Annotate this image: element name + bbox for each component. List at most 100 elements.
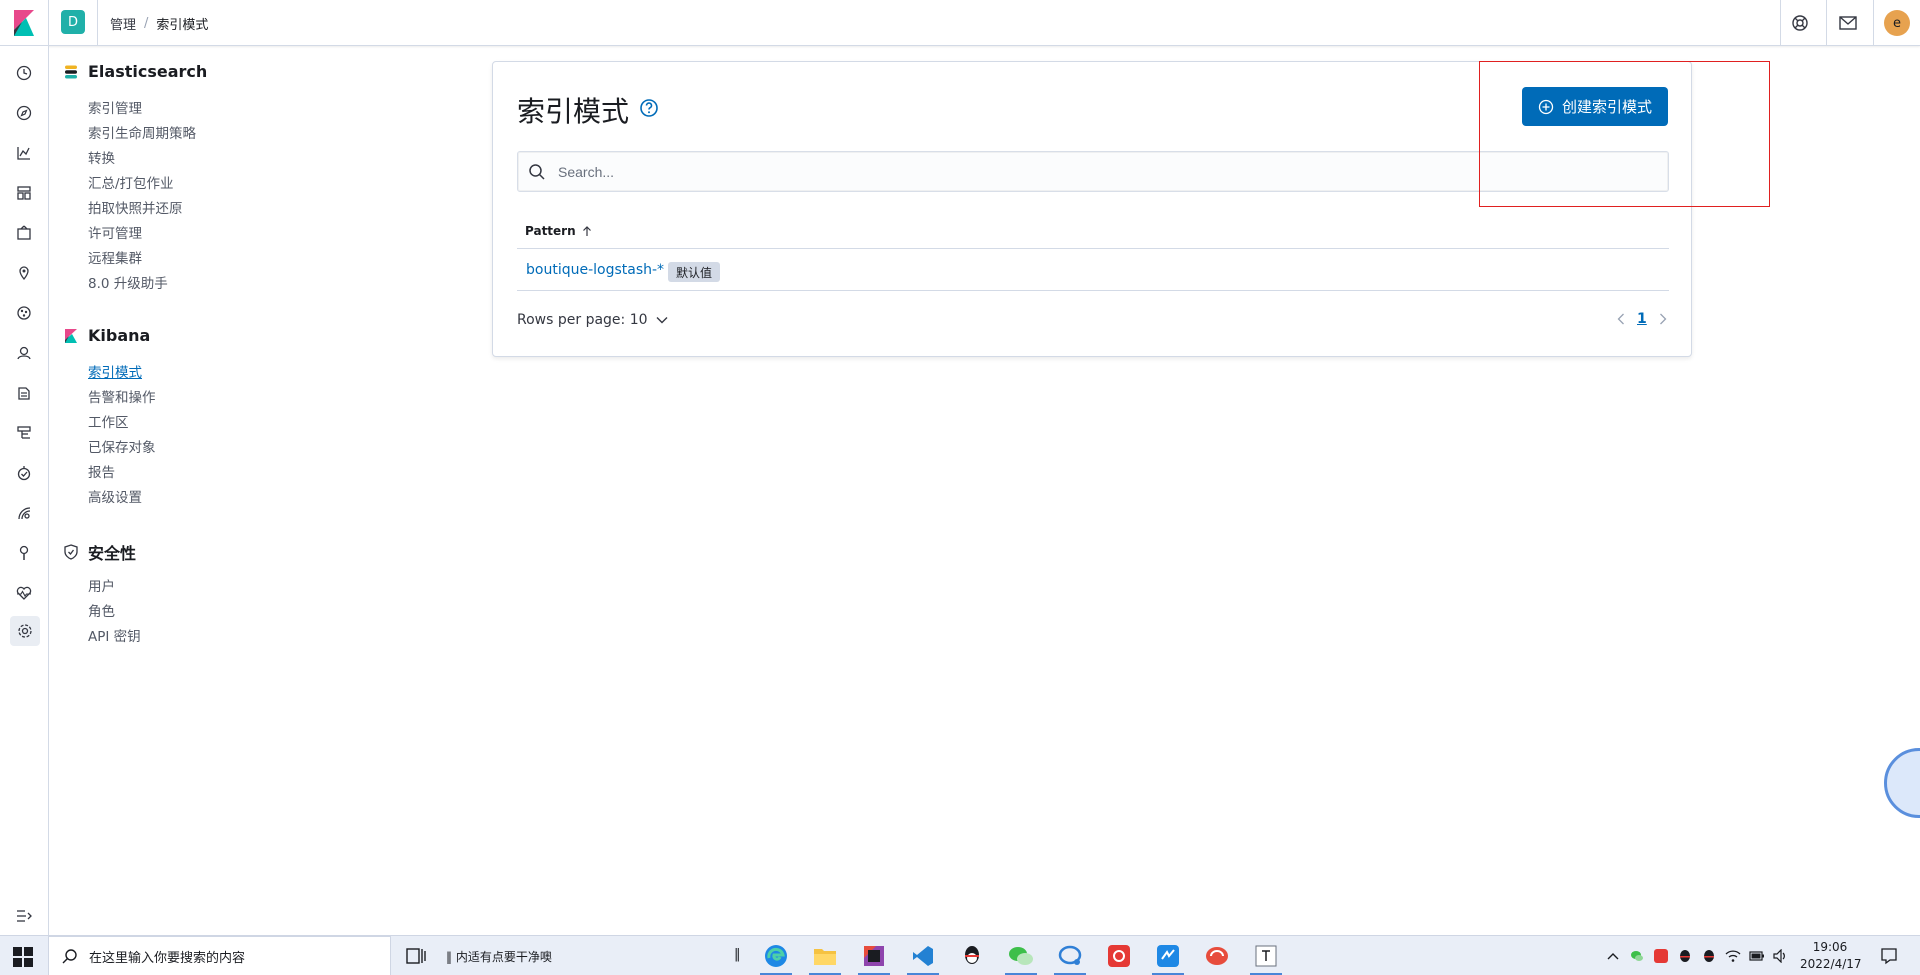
sidenav-item-rollup-jobs[interactable]: 汇总/打包作业 [88, 172, 174, 192]
notification-center-icon[interactable] [1880, 947, 1898, 965]
collapse-menu-icon[interactable] [12, 904, 36, 928]
task-view-icon[interactable] [405, 945, 427, 967]
sidenav-item-api-keys[interactable]: API 密钥 [88, 625, 141, 645]
sidenav-item-reporting[interactable]: 报告 [88, 461, 115, 481]
qq-tray-icon-2[interactable] [1701, 948, 1717, 964]
dashboard-icon[interactable] [12, 181, 36, 205]
help-menu-icon[interactable] [1789, 12, 1811, 34]
sidenav-item-advanced-settings[interactable]: 高级设置 [88, 486, 142, 506]
section-security: 安全性 [62, 540, 136, 564]
sidenav-item-saved-objects[interactable]: 已保存对象 [88, 436, 156, 456]
recent-clock-icon[interactable] [12, 61, 36, 85]
canvas-icon[interactable] [12, 221, 36, 245]
chevron-down-icon [656, 317, 668, 324]
sidenav-item-ilm-policies[interactable]: 索引生命周期策略 [88, 122, 196, 142]
uptime-icon[interactable] [12, 461, 36, 485]
table-divider [517, 290, 1669, 291]
qq-icon[interactable] [954, 940, 990, 972]
breadcrumb-separator: / [144, 16, 149, 31]
search-icon [529, 164, 545, 180]
qq-tray-icon[interactable] [1677, 948, 1693, 964]
sidenav-item-spaces[interactable]: 工作区 [88, 411, 129, 431]
taskbar-search-box[interactable]: 在这里输入你要搜索的内容 [48, 936, 391, 975]
section-title: Kibana [88, 326, 151, 345]
wechat-icon[interactable] [1003, 940, 1039, 975]
edge-browser-icon[interactable] [758, 940, 794, 975]
apm-icon[interactable] [12, 501, 36, 525]
wechat-tray-icon[interactable] [1629, 948, 1645, 964]
vscode-icon[interactable] [905, 940, 941, 975]
sidenav-item-remote-clusters[interactable]: 远程集群 [88, 247, 142, 267]
taskbar-clock[interactable]: 19:06 2022/4/17 [1800, 939, 1862, 973]
breadcrumb-management[interactable]: 管理 [110, 14, 136, 33]
chevron-left-icon[interactable] [1617, 313, 1625, 325]
show-hidden-icons-chevron-icon[interactable] [1605, 948, 1621, 964]
red-swirl-app-icon[interactable] [1199, 940, 1235, 972]
ml-icon[interactable] [12, 301, 36, 325]
dev-tools-icon[interactable] [12, 541, 36, 565]
windows-start-icon[interactable] [12, 946, 34, 968]
netease-music-icon[interactable] [1101, 940, 1137, 972]
sidenav-item-index-patterns[interactable]: 索引模式 [88, 361, 142, 381]
pagination: 1 [1617, 311, 1667, 327]
infrastructure-icon[interactable] [12, 421, 36, 445]
sidenav-item-alerts-actions[interactable]: 告警和操作 [88, 386, 156, 406]
newsfeed-mail-icon[interactable] [1837, 12, 1859, 34]
breadcrumb: 管理 / 索引模式 [110, 14, 208, 33]
sidenav-item-roles[interactable]: 角色 [88, 600, 115, 620]
typora-icon[interactable] [1248, 940, 1284, 975]
index-pattern-link[interactable]: boutique-logstash-* [526, 262, 664, 278]
discover-compass-icon[interactable] [12, 101, 36, 125]
kibana-logo-icon[interactable] [10, 8, 38, 38]
logs-icon[interactable] [12, 381, 36, 405]
windows-taskbar: 在这里输入你要搜索的内容 ‖ 内适有点要干净噢 ‖ 19:06 2022/4/1… [0, 935, 1920, 975]
sidenav-item-upgrade-assistant[interactable]: 8.0 升级助手 [88, 272, 168, 292]
volume-icon[interactable] [1773, 948, 1789, 964]
clock-time: 19:06 [1812, 940, 1848, 954]
sidenav-item-snapshot-restore[interactable]: 拍取快照并还原 [88, 197, 183, 217]
chevron-right-icon[interactable] [1659, 313, 1667, 325]
file-explorer-icon[interactable] [807, 940, 843, 975]
rows-per-page-label: Rows per page: 10 [517, 312, 648, 328]
sidenav-item-transforms[interactable]: 转换 [88, 147, 115, 167]
header-divider [1826, 0, 1827, 46]
page-number-button[interactable]: 1 [1637, 311, 1647, 327]
now-playing-widget[interactable]: ‖ 内适有点要干净噢 [446, 948, 552, 965]
section-title: 安全性 [88, 544, 137, 563]
app-blue-icon[interactable] [1150, 940, 1186, 975]
space-avatar[interactable]: D [61, 10, 85, 34]
nav-rail [0, 46, 49, 935]
header-divider [97, 0, 98, 46]
floating-assistant-icon[interactable] [1884, 748, 1920, 818]
header-divider [1780, 0, 1781, 46]
section-elasticsearch: Elasticsearch [62, 62, 207, 81]
monitoring-heart-icon[interactable] [12, 581, 36, 605]
header-divider [48, 0, 49, 46]
elasticsearch-logo-icon [62, 63, 80, 81]
jetbrains-icon[interactable] [856, 940, 892, 975]
visualize-chart-icon[interactable] [12, 141, 36, 165]
kibana-logo-icon [62, 327, 80, 345]
top-header: D 管理 / 索引模式 e [0, 0, 1920, 46]
column-header-label: Pattern [525, 224, 576, 238]
wifi-icon[interactable] [1725, 948, 1741, 964]
clock-date: 2022/4/17 [1800, 957, 1862, 971]
help-question-icon[interactable] [639, 98, 659, 118]
sidenav-item-users[interactable]: 用户 [88, 575, 115, 595]
security-shield-icon [62, 543, 80, 561]
user-avatar[interactable]: e [1884, 10, 1910, 36]
rows-per-page-selector[interactable]: Rows per page: 10 [517, 312, 668, 328]
table-header-pattern[interactable]: Pattern [525, 224, 592, 238]
battery-icon[interactable] [1749, 948, 1765, 964]
siem-icon[interactable] [12, 341, 36, 365]
music-control-icon[interactable]: ‖ [734, 947, 741, 962]
netease-tray-icon[interactable] [1653, 948, 1669, 964]
breadcrumb-index-patterns: 索引模式 [156, 18, 209, 33]
annotation-highlight-box [1479, 61, 1770, 207]
chat-bubble-icon[interactable] [1052, 940, 1088, 975]
sidenav-item-index-management[interactable]: 索引管理 [88, 97, 142, 117]
maps-icon[interactable] [12, 261, 36, 285]
management-gear-icon[interactable] [10, 616, 40, 646]
sidenav-item-license-management[interactable]: 许可管理 [88, 222, 142, 242]
search-icon [62, 949, 77, 964]
